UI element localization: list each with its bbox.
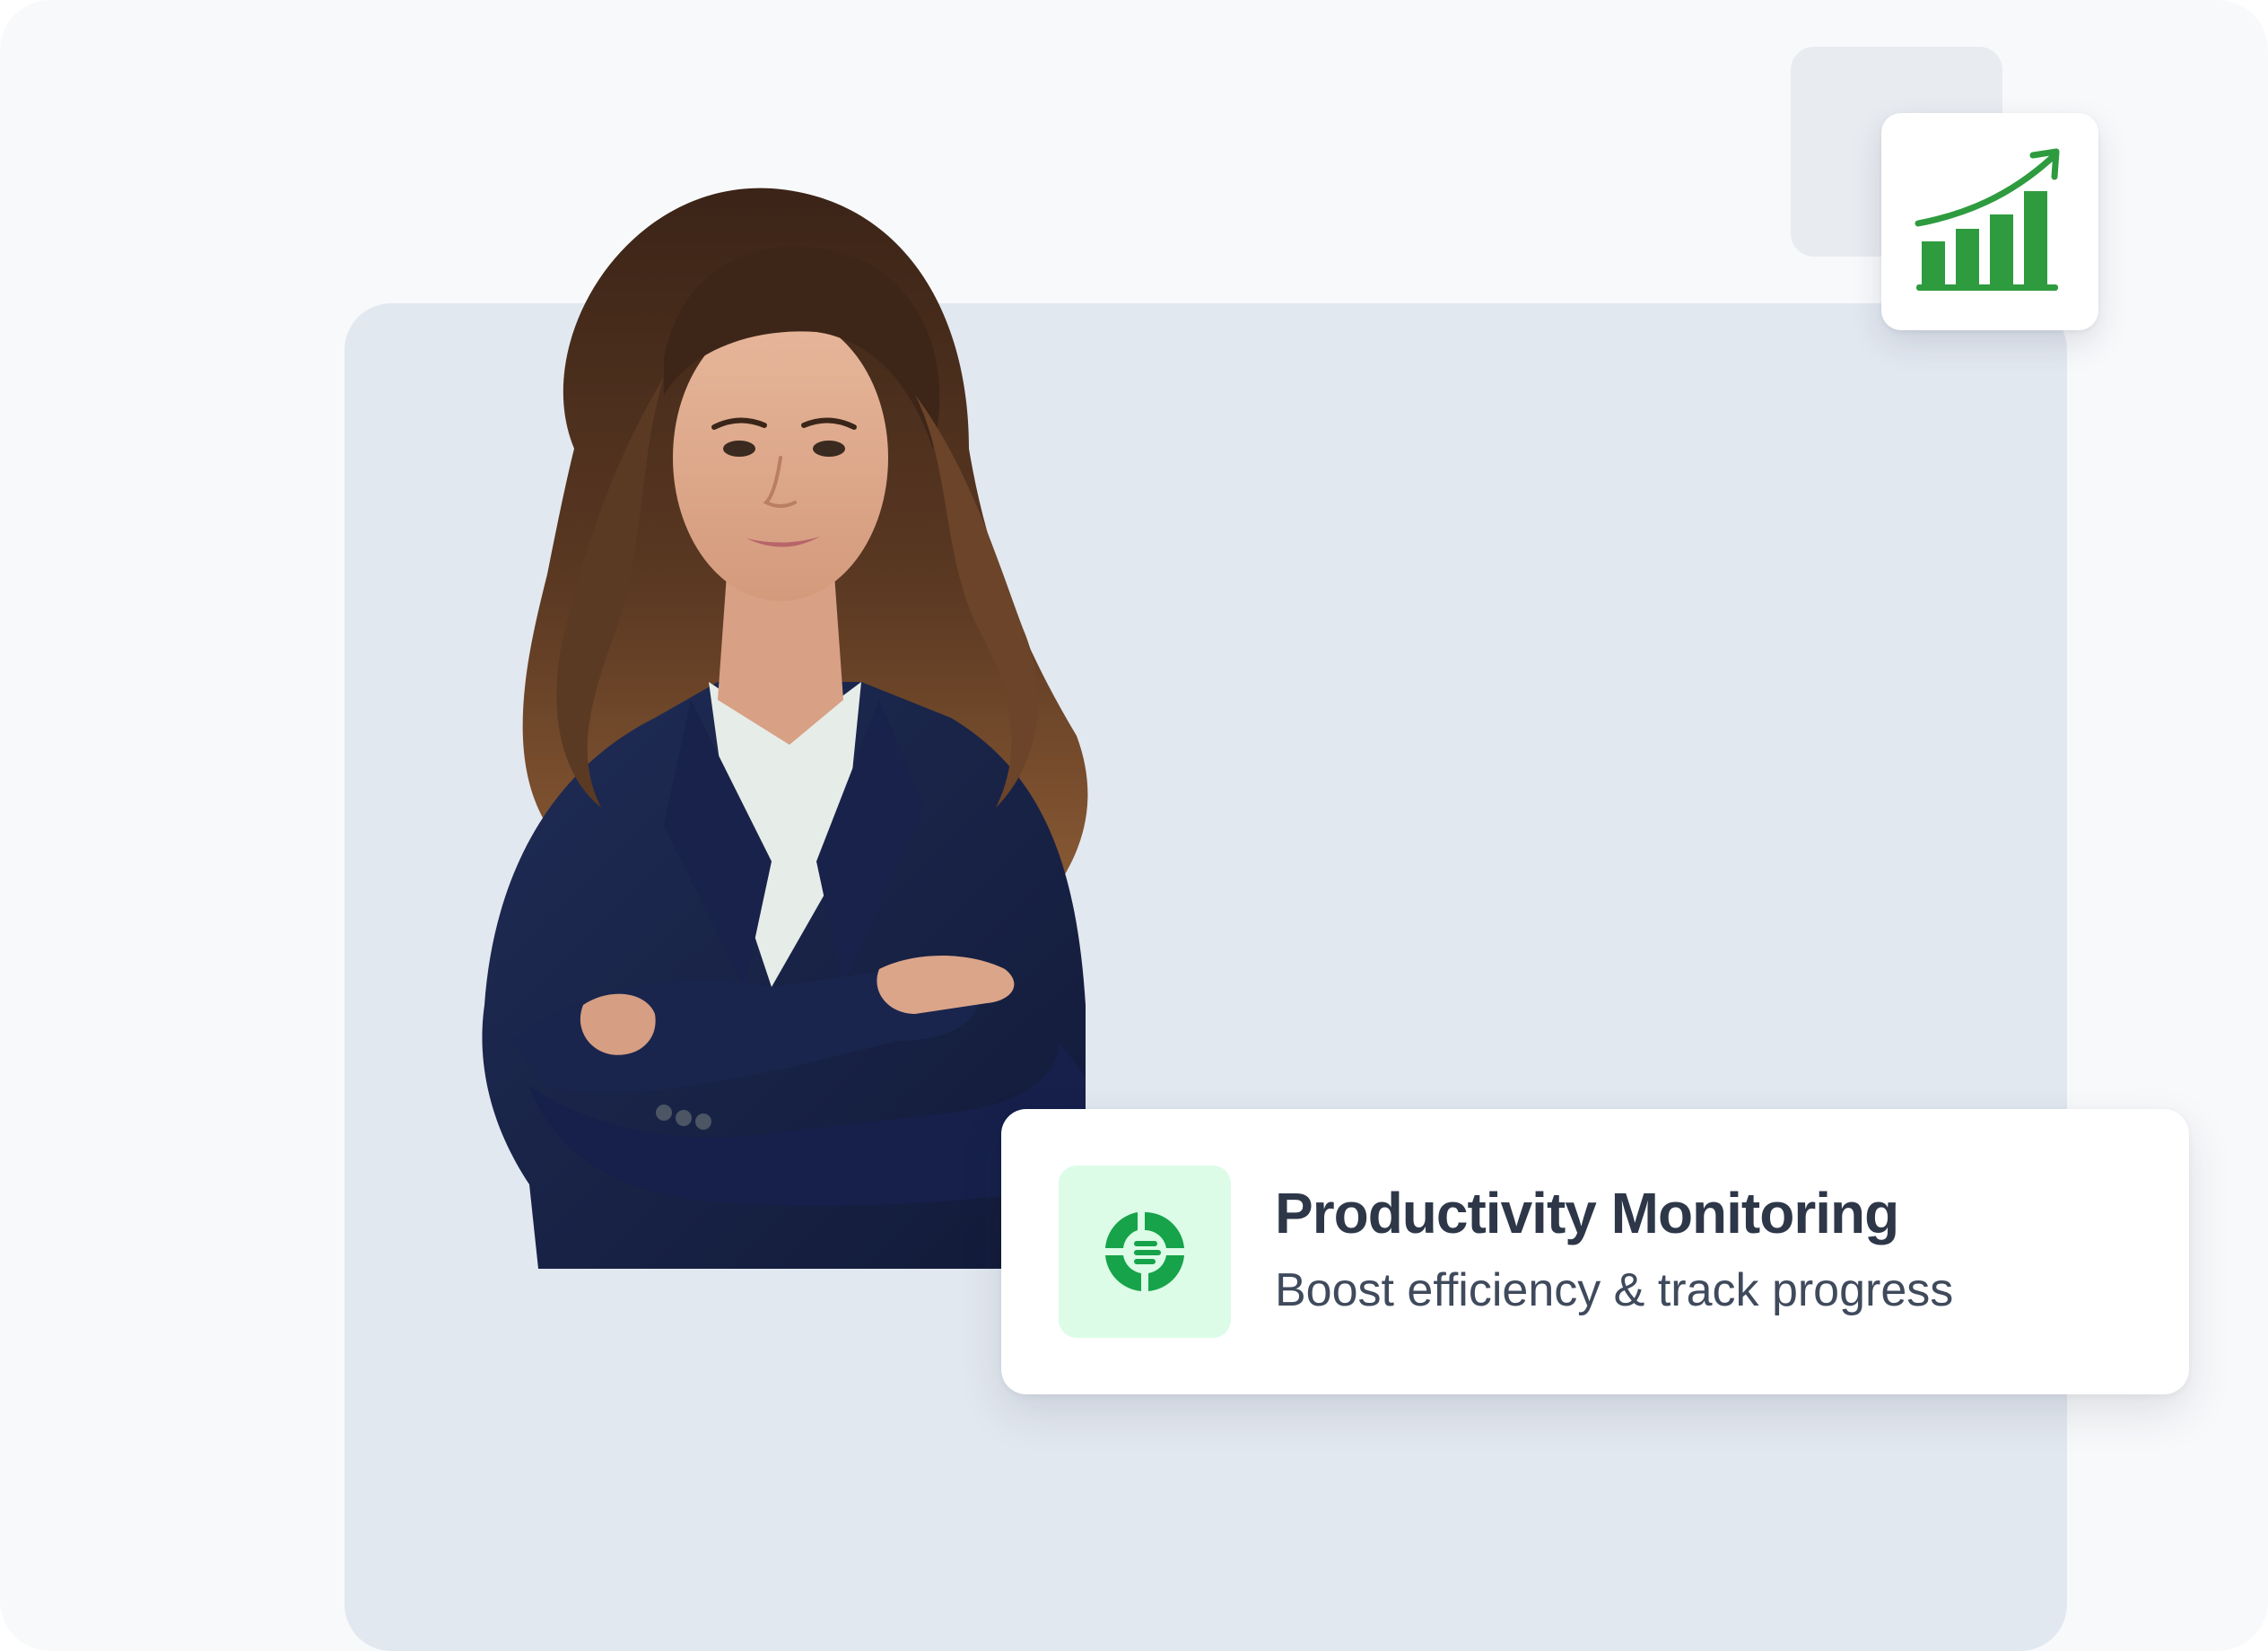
donut-list-icon [1100, 1207, 1190, 1297]
feature-title: Productivity Monitoring [1275, 1181, 1899, 1245]
hero-illustration: Productivity Monitoring Boost efficiency… [0, 0, 2268, 1651]
portrait-photo [395, 179, 1095, 1269]
growth-chart-badge [1881, 113, 2098, 330]
growth-chart-icon [1911, 143, 2069, 301]
feature-card: Productivity Monitoring Boost efficiency… [1001, 1109, 2189, 1394]
feature-subtitle: Boost efficiency & track progress [1275, 1264, 1954, 1316]
feature-icon-tile [1059, 1166, 1231, 1338]
